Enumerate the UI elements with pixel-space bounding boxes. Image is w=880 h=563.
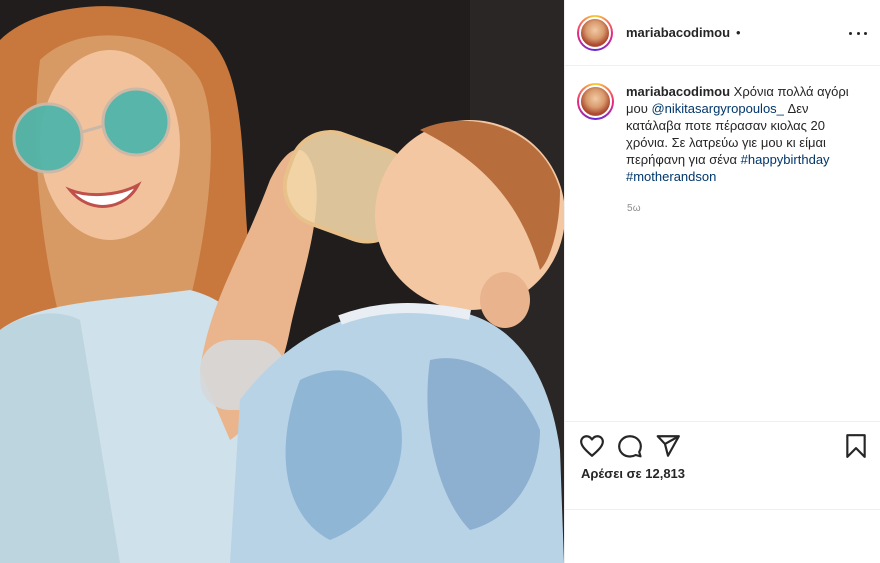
caption-mention[interactable]: @nikitasargyropoulos_: [651, 101, 783, 116]
divider: [565, 509, 880, 510]
photo-illustration: [0, 0, 564, 563]
caption-text: mariabacodimou Χρόνια πολλά αγόρι μου @n…: [626, 83, 866, 185]
bookmark-icon[interactable]: [843, 433, 869, 459]
hashtag-happybirthday[interactable]: #happybirthday: [741, 152, 830, 167]
paper-plane-icon[interactable]: [655, 433, 681, 459]
post-header: mariabacodimou •: [565, 0, 880, 66]
author-avatar[interactable]: [577, 14, 613, 51]
author-username[interactable]: mariabacodimou: [626, 25, 730, 40]
comment-timestamp[interactable]: 5ω: [627, 203, 641, 214]
more-horizontal-icon[interactable]: [849, 24, 867, 42]
caption-avatar[interactable]: [577, 83, 614, 120]
post-details-panel: mariabacodimou • mariabacodimou Χρόνια π…: [564, 0, 880, 563]
divider: [565, 421, 880, 422]
likes-count[interactable]: Αρέσει σε 12,813: [581, 466, 685, 481]
comment-icon[interactable]: [617, 433, 643, 459]
hashtag-motherandson[interactable]: #motherandson: [626, 169, 716, 184]
post-photo[interactable]: [0, 0, 564, 563]
heart-icon[interactable]: [579, 433, 605, 459]
caption-comment: mariabacodimou Χρόνια πολλά αγόρι μου @n…: [577, 83, 877, 185]
caption-username[interactable]: mariabacodimou: [626, 84, 730, 99]
separator-dot: •: [736, 25, 741, 40]
